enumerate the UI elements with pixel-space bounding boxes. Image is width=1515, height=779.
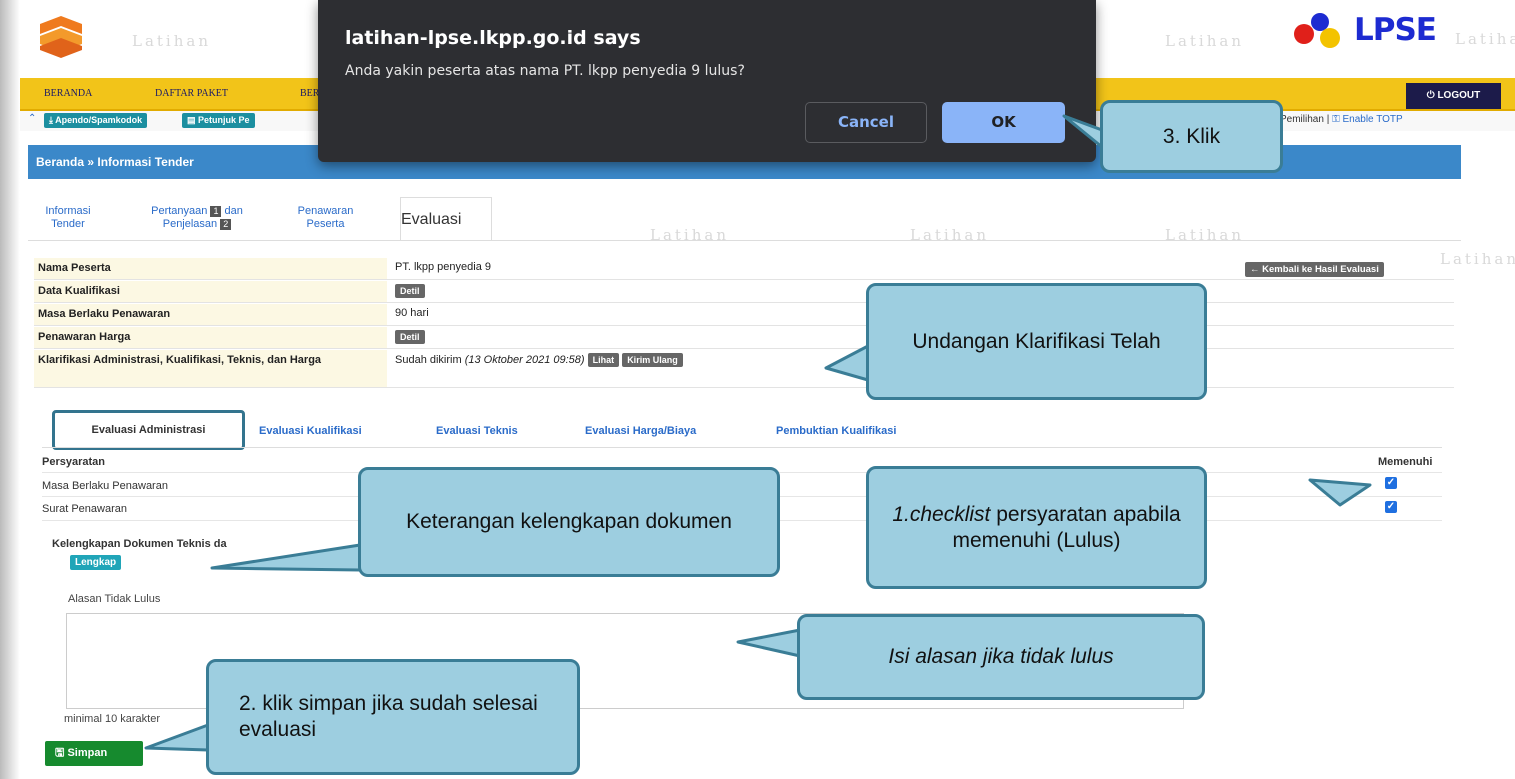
collapse-icon[interactable]: ⌃ [28,113,36,124]
info-row-klarifikasi: Klarifikasi Administrasi, Kualifikasi, T… [34,350,1454,388]
info-row-nama: Nama Peserta PT. lkpp penyedia 9 [34,258,1454,280]
tab-penawaran-peserta[interactable]: Penawaran Peserta [288,205,363,231]
question-count-badge: 1 [210,206,222,217]
logout-label: LOGOUT [1437,90,1481,101]
tab-divider [28,240,1461,241]
callout-simpan: 2. klik simpan jika sudah selesai evalua… [206,659,580,775]
alasan-hint: minimal 10 karakter [64,713,160,725]
lpse-logo-icon [1294,13,1340,48]
apendo-button[interactable]: ⤓ Apendo/Spamkodok [44,113,148,128]
klarifikasi-label: Klarifikasi Administrasi, Kualifikasi, T… [34,350,387,387]
watermark: Latihan [1165,32,1244,50]
dialog-ok-button[interactable]: OK [942,102,1065,143]
info-row-kualifikasi: Data Kualifikasi Detil [34,281,1454,303]
explanation-count-badge: 2 [220,219,232,230]
lengkap-badge: Lengkap [70,555,122,570]
callout-undangan: Undangan Klarifikasi Telah [866,283,1207,400]
tab-pertanyaan-penjelasan[interactable]: Pertanyaan 1 dan Penjelasan 2 [122,205,272,231]
penawaran-harga-label: Penawaran Harga [34,327,387,348]
klarifikasi-status: Sudah dikirim [395,353,462,366]
nama-peserta-label: Nama Peserta [34,258,387,279]
masa-berlaku-value: 90 hari [395,307,429,319]
requirement-label: Masa Berlaku Penawaran [42,480,168,492]
alasan-label: Alasan Tidak Lulus [68,593,161,605]
tab-informasi-tender[interactable]: Informasi Tender [38,205,98,231]
klarifikasi-date: (13 Oktober 2021 09:58) [464,353,585,366]
callout-isi-alasan: Isi alasan jika tidak lulus [797,614,1205,700]
enable-totp-link[interactable]: Enable TOTP [1342,114,1402,125]
app-logo-icon [40,16,82,58]
watermark: Latihan [132,32,211,50]
watermark: Latihan [1165,226,1244,244]
watermark: Latihan [910,226,989,244]
masa-berlaku-label: Masa Berlaku Penawaran [34,304,387,325]
tab-pembuktian-kualifikasi[interactable]: Pembuktian Kualifikasi [776,425,896,437]
callout-keterangan: Keterangan kelengkapan dokumen [358,467,780,577]
kelengkapan-label: Kelengkapan Dokumen Teknis da [52,538,227,550]
requirement-checkbox[interactable]: ✓ [1385,477,1397,489]
requirement-checkbox[interactable]: ✓ [1385,501,1397,513]
dialog-title: latihan-lpse.lkpp.go.id says [345,27,641,49]
tab-evaluasi-harga[interactable]: Evaluasi Harga/Biaya [585,425,696,437]
nav-berita[interactable]: BER [300,88,319,99]
watermark: Latihan [1455,30,1515,48]
back-to-results-button[interactable]: ← Kembali ke Hasil Evaluasi [1245,262,1384,277]
dialog-cancel-button[interactable]: Cancel [805,102,927,143]
watermark: Latihan [650,226,729,244]
harga-detil-button[interactable]: Detil [395,330,425,344]
book-icon: ▤ [187,115,199,125]
tab-evaluasi-kualifikasi[interactable]: Evaluasi Kualifikasi [259,425,362,437]
left-shadow [0,0,20,779]
lihat-button[interactable]: Lihat [587,353,620,367]
kirim-ulang-button[interactable]: Kirim Ulang [622,353,683,367]
kualifikasi-detil-button[interactable]: Detil [395,284,425,298]
eval-tab-divider [42,447,1442,448]
tab-evaluasi-administrasi[interactable]: Evaluasi Administrasi [52,410,245,450]
callout-klik: 3. Klik [1100,100,1283,173]
callout-checklist: 1.checklist persyaratan apabila memenuhi… [866,466,1207,589]
requirement-label: Surat Penawaran [42,503,127,515]
nav-daftar-paket[interactable]: DAFTAR PAKET [155,88,228,99]
tab-evaluasi[interactable]: Evaluasi [400,197,492,241]
power-icon: ⏻ [1426,90,1438,101]
data-kualifikasi-label: Data Kualifikasi [34,281,387,302]
persyaratan-header: Persyaratan [42,456,105,468]
save-icon: 🖫 [55,747,68,759]
arrow-left-icon: ← [1250,264,1263,275]
memenuhi-header: Memenuhi [1378,456,1433,468]
dialog-message: Anda yakin peserta atas nama PT. lkpp pe… [345,63,745,79]
simpan-button[interactable]: 🖫 Simpan [45,741,143,766]
nav-beranda[interactable]: BERANDA [44,88,92,99]
info-row-harga: Penawaran Harga Detil [34,327,1454,349]
info-row-masa: Masa Berlaku Penawaran 90 hari [34,304,1454,326]
nama-peserta-value: PT. lkpp penyedia 9 [395,261,492,273]
lpse-logo-text: LPSE [1354,12,1437,48]
logout-button[interactable]: ⏻ LOGOUT [1406,83,1501,109]
toolbar-right: Pemilihan | ⚿ Enable TOTP [1280,114,1403,125]
tab-evaluasi-teknis[interactable]: Evaluasi Teknis [436,425,518,437]
key-icon: ⚿ [1332,114,1343,125]
petunjuk-button[interactable]: ▤ Petunjuk Pe [182,113,255,128]
